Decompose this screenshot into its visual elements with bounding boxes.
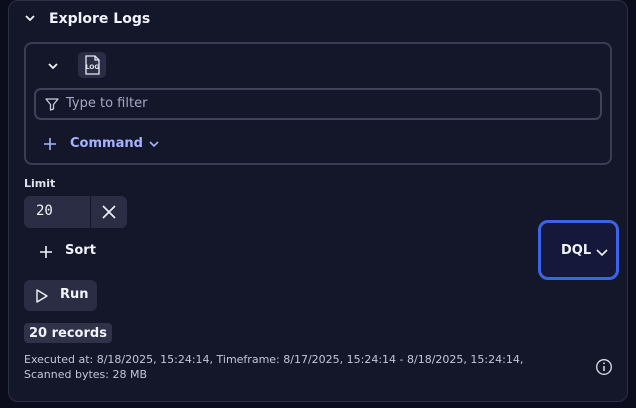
- run-label: Run: [60, 287, 89, 302]
- close-icon: [102, 205, 116, 219]
- clear-limit-button[interactable]: [91, 196, 127, 228]
- filter-icon: [44, 96, 60, 112]
- explore-logs-panel: Explore Logs LOG Type to filter Command …: [8, 0, 628, 402]
- panel-title: Explore Logs: [49, 11, 151, 27]
- collapse-chevron-icon[interactable]: [23, 11, 37, 25]
- filter-input[interactable]: Type to filter: [34, 88, 602, 120]
- info-icon[interactable]: [595, 358, 613, 376]
- limit-input[interactable]: 20: [24, 196, 90, 228]
- run-button[interactable]: Run: [24, 280, 97, 311]
- play-icon: [34, 288, 50, 304]
- add-command-button[interactable]: Command: [70, 136, 143, 151]
- add-sort-button[interactable]: Sort: [65, 243, 96, 258]
- query-builder: LOG Type to filter Command: [24, 42, 612, 165]
- execution-metadata: Executed at: 8/18/2025, 15:24:14, Timefr…: [24, 353, 524, 381]
- filter-placeholder: Type to filter: [66, 96, 148, 111]
- query-language-dropdown[interactable]: DQL: [538, 220, 619, 280]
- records-count-badge: 20 records: [24, 323, 112, 343]
- limit-label: Limit: [24, 177, 56, 190]
- chevron-down-icon: [595, 246, 609, 260]
- source-chevron-icon[interactable]: [46, 59, 60, 73]
- plus-icon[interactable]: [42, 136, 58, 152]
- sort-plus-icon[interactable]: [38, 244, 54, 260]
- dql-label: DQL: [561, 243, 592, 258]
- command-chevron-icon[interactable]: [148, 138, 160, 150]
- svg-text:LOG: LOG: [86, 64, 100, 71]
- log-file-icon[interactable]: LOG: [78, 52, 106, 78]
